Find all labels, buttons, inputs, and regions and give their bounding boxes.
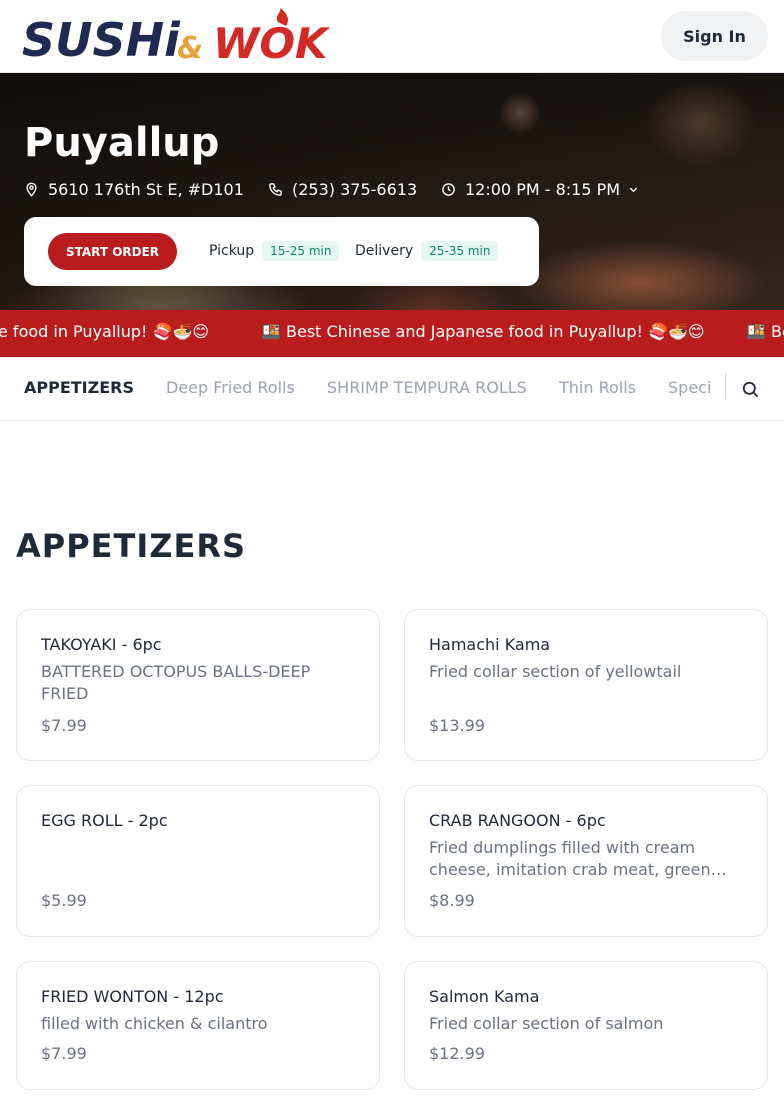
item-price: $13.99 [429,716,485,735]
phone-info[interactable]: (253) 375-6613 [268,178,417,200]
menu-item-card[interactable]: TAKOYAKI - 6pc BATTERED OCTOPUS BALLS-DE… [16,609,380,761]
start-order-button[interactable]: START ORDER [48,233,177,270]
chevron-down-icon [629,187,638,192]
item-description: Fried dumplings filled with cream cheese… [429,838,727,879]
item-name: EGG ROLL - 2pc [41,811,168,830]
tab-appetizers[interactable]: APPETIZERS [24,378,134,397]
map-pin-icon [26,182,37,197]
item-price: $7.99 [41,1044,87,1063]
category-tabs: APPETIZERS Deep Fried Rolls SHRIMP TEMPU… [0,357,712,420]
item-price: $5.99 [41,891,87,910]
item-description: filled with chicken & cilantro [41,1014,268,1033]
address-info[interactable]: 5610 176th St E, #D101 [24,178,244,200]
item-name: FRIED WONTON - 12pc [41,987,224,1006]
delivery-option[interactable]: Delivery 25-35 min [355,240,499,262]
marquee-text: e food in Puyallup! 🍣🍜😊 [0,322,210,341]
search-icon [742,381,758,397]
menu-item-card[interactable]: CRAB RANGOON - 6pc Fried dumplings fille… [404,785,768,937]
announcement-marquee: e food in Puyallup! 🍣🍜😊 🍱 Best Chinese a… [0,310,784,357]
order-card: START ORDER Pickup 15-25 min Delivery 25… [24,217,539,286]
item-name: CRAB RANGOON - 6pc [429,811,606,830]
hours-text: 12:00 PM - 8:15 PM [465,179,621,199]
search-button[interactable] [738,377,762,401]
nav-divider [725,373,726,399]
pickup-option[interactable]: Pickup 15-25 min [209,240,340,262]
item-name: TAKOYAKI - 6pc [41,635,162,654]
item-description: BATTERED OCTOPUS BALLS-DEEP FRIED [41,662,311,703]
hours-dropdown[interactable]: 12:00 PM - 8:15 PM [441,178,648,200]
clock-icon [442,182,455,196]
svg-text:WOK: WOK [213,19,331,64]
section-title: APPETIZERS [16,527,247,565]
item-price: $7.99 [41,716,87,735]
site-header: SUSHi & WOK Sign In [0,0,784,73]
delivery-time-badge: 25-35 min [421,241,499,261]
pickup-label: Pickup [209,243,255,259]
item-description [41,837,357,881]
location-title: Puyallup [24,120,220,166]
pickup-time-badge: 15-25 min [262,241,340,261]
phone-icon [269,182,282,196]
tab-shrimp-tempura-rolls[interactable]: SHRIMP TEMPURA ROLLS [327,378,527,397]
tab-thin-rolls[interactable]: Thin Rolls [559,378,636,397]
menu-item-card[interactable]: Hamachi Kama Fried collar section of yel… [404,609,768,761]
item-price: $8.99 [429,891,475,910]
item-name: Salmon Kama [429,987,540,1006]
menu-item-card[interactable]: FRIED WONTON - 12pc filled with chicken … [16,961,380,1090]
delivery-label: Delivery [355,243,414,259]
item-price: $12.99 [429,1044,485,1063]
category-nav: APPETIZERS Deep Fried Rolls SHRIMP TEMPU… [0,357,784,421]
menu-item-card[interactable]: Salmon Kama Fried collar section of salm… [404,961,768,1090]
menu-item-card[interactable]: EGG ROLL - 2pc $5.99 [16,785,380,937]
sign-in-button[interactable]: Sign In [661,11,768,61]
item-description: Fried collar section of yellowtail [429,662,682,681]
item-name: Hamachi Kama [429,635,551,654]
marquee-text: 🍱 Bes [746,322,784,341]
sushi-and-wok-logo[interactable]: SUSHi & WOK [20,8,332,64]
phone-text: (253) 375-6613 [292,179,418,199]
tab-special[interactable]: Speci [668,378,711,397]
svg-text:SUSHi: SUSHi [22,13,181,64]
tab-deep-fried-rolls[interactable]: Deep Fried Rolls [166,378,295,397]
marquee-text: 🍱 Best Chinese and Japanese food in Puya… [261,322,705,341]
address-text: 5610 176th St E, #D101 [48,179,244,199]
svg-text:&: & [177,31,203,64]
